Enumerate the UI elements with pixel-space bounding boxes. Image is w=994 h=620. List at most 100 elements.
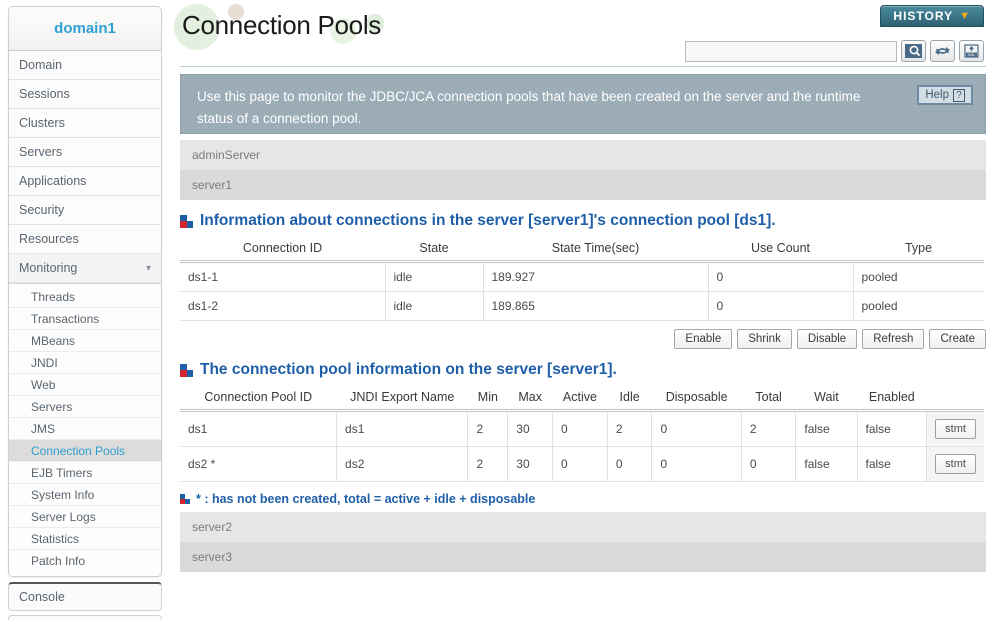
cell-connection-id: ds1-1 bbox=[180, 262, 386, 292]
sidebar-item-servers[interactable]: Servers bbox=[9, 138, 161, 167]
sidebar-item-resources[interactable]: Resources bbox=[9, 225, 161, 254]
connections-table-body: ds1-1 idle 189.927 0 pooled ds1-2 idle 1… bbox=[180, 262, 984, 321]
cell-wait: false bbox=[795, 446, 858, 482]
pools-header-row: Connection Pool ID JNDI Export Name Min … bbox=[180, 385, 984, 410]
sidebar-submenu-monitoring: Threads Transactions MBeans JNDI Web Ser… bbox=[9, 283, 161, 576]
cell-total: 0 bbox=[741, 446, 797, 482]
sidebar-subitem-system-info[interactable]: System Info bbox=[9, 484, 161, 506]
pools-table-body: ds1 ds1 2 30 0 2 0 2 false false stmt ds… bbox=[180, 411, 984, 482]
server-row-label: adminServer bbox=[192, 148, 261, 162]
sidebar-subitem-patch-info[interactable]: Patch Info bbox=[9, 550, 161, 572]
disable-button[interactable]: Disable bbox=[796, 329, 858, 349]
cell-jndi-name: ds2 bbox=[336, 446, 469, 482]
sidebar-subitem-label: System Info bbox=[31, 488, 95, 502]
pools-table-head: Connection Pool ID JNDI Export Name Min … bbox=[180, 385, 984, 412]
cell-jndi-name: ds1 bbox=[336, 411, 469, 447]
col-max: Max bbox=[507, 385, 553, 410]
sidebar-item-label: Monitoring bbox=[19, 261, 78, 275]
cell-pool-id: ds2 * bbox=[180, 446, 338, 482]
help-button[interactable]: Help ? bbox=[917, 85, 973, 105]
sidebar-item-console[interactable]: Console bbox=[9, 584, 161, 610]
pools-heading-text: The connection pool information on the s… bbox=[200, 361, 617, 378]
chevron-down-icon: ▾ bbox=[145, 263, 151, 274]
page-header: Connection Pools HISTORY ▼ XML bbox=[170, 0, 994, 68]
sidebar-subitem-connection-pools[interactable]: Connection Pools bbox=[9, 440, 161, 462]
server-row-server1[interactable]: server1 bbox=[180, 170, 986, 200]
sidebar-item-security[interactable]: Security bbox=[9, 196, 161, 225]
sidebar-subitem-label: Servers bbox=[31, 400, 73, 414]
enable-button[interactable]: Enable bbox=[674, 329, 733, 349]
cell-stmt-action: stmt bbox=[926, 411, 984, 447]
sidebar-item-label: Sessions bbox=[19, 87, 70, 101]
cell-type: pooled bbox=[853, 262, 984, 292]
sidebar-subitem-mbeans[interactable]: MBeans bbox=[9, 330, 161, 352]
sidebar-subitem-label: JNDI bbox=[31, 356, 58, 370]
cell-min: 2 bbox=[467, 411, 509, 447]
search-icon[interactable] bbox=[901, 40, 926, 62]
col-idle: Idle bbox=[607, 385, 652, 410]
create-button[interactable]: Create bbox=[929, 329, 986, 349]
sidebar-subitem-transactions[interactable]: Transactions bbox=[9, 308, 161, 330]
cell-disposable: 0 bbox=[651, 411, 742, 447]
cell-max: 30 bbox=[507, 411, 554, 447]
section-bullet-icon bbox=[180, 214, 193, 228]
shrink-button[interactable]: Shrink bbox=[737, 329, 792, 349]
sidebar-subitem-ejb-timers[interactable]: EJB Timers bbox=[9, 462, 161, 484]
sidebar-item-label: Applications bbox=[19, 174, 87, 188]
domain-title: domain1 bbox=[9, 7, 161, 51]
search-input[interactable] bbox=[685, 40, 897, 62]
help-label: Help bbox=[925, 89, 949, 101]
sidebar-subitem-jms[interactable]: JMS bbox=[9, 418, 161, 440]
cell-stmt-action: stmt bbox=[926, 446, 984, 482]
cell-disposable: 0 bbox=[651, 446, 742, 482]
server-row-server2[interactable]: server2 bbox=[180, 512, 986, 542]
sidebar-subitem-jndi[interactable]: JNDI bbox=[9, 352, 161, 374]
sidebar-subitem-label: EJB Timers bbox=[31, 466, 93, 480]
col-wait: Wait bbox=[795, 385, 857, 410]
xml-export-icon[interactable]: XML bbox=[959, 40, 984, 62]
table-row: ds1-2 idle 189.865 0 pooled bbox=[180, 291, 984, 321]
sidebar-subitem-statistics[interactable]: Statistics bbox=[9, 528, 161, 550]
cell-enabled: false bbox=[857, 446, 928, 482]
footnote-bullet-icon bbox=[180, 494, 190, 504]
cell-type: pooled bbox=[853, 291, 984, 321]
sidebar-item-clusters[interactable]: Clusters bbox=[9, 109, 161, 138]
cell-state-time: 189.927 bbox=[483, 262, 709, 292]
server-row-server3[interactable]: server3 bbox=[180, 542, 986, 572]
server-row-label: server3 bbox=[192, 550, 233, 564]
connections-heading-text: Information about connections in the ser… bbox=[200, 212, 776, 229]
cell-use-count: 0 bbox=[708, 291, 854, 321]
sidebar-subitem-label: JMS bbox=[31, 422, 55, 436]
sidebar-subitem-threads[interactable]: Threads bbox=[9, 286, 161, 308]
sidebar-item-label: Clusters bbox=[19, 116, 65, 130]
stmt-button[interactable]: stmt bbox=[935, 454, 976, 474]
search-toolbar: XML bbox=[685, 40, 984, 62]
sidebar-subitem-label: Server Logs bbox=[31, 510, 96, 524]
col-pool-id: Connection Pool ID bbox=[180, 385, 337, 410]
sidebar-item-label: Domain bbox=[19, 58, 63, 72]
sidebar-item-sessions[interactable]: Sessions bbox=[9, 80, 161, 109]
sidebar-item-label: Resources bbox=[19, 232, 79, 246]
sidebar-item-applications[interactable]: Applications bbox=[9, 167, 161, 196]
refresh-icon[interactable] bbox=[930, 40, 955, 62]
col-min: Min bbox=[467, 385, 508, 410]
header-divider bbox=[180, 66, 986, 67]
refresh-button[interactable]: Refresh bbox=[862, 329, 925, 349]
sidebar-subitem-web[interactable]: Web bbox=[9, 374, 161, 396]
cell-enabled: false bbox=[857, 411, 928, 447]
sidebar-subitem-label: Statistics bbox=[31, 532, 80, 546]
sidebar-subitem-servers[interactable]: Servers bbox=[9, 396, 161, 418]
stmt-button[interactable]: stmt bbox=[935, 419, 976, 439]
cell-state: idle bbox=[385, 262, 484, 292]
sidebar-item-domain[interactable]: Domain bbox=[9, 51, 161, 80]
sidebar-item-label: Security bbox=[19, 203, 65, 217]
server-row-adminserver[interactable]: adminServer bbox=[180, 140, 986, 170]
sidebar-item-monitoring[interactable]: Monitoring ▾ bbox=[9, 254, 161, 283]
cell-min: 2 bbox=[467, 446, 509, 482]
history-button[interactable]: HISTORY ▼ bbox=[880, 5, 984, 27]
footnote-text: * : has not been created, total = active… bbox=[196, 492, 536, 506]
sidebar-subitem-label: Connection Pools bbox=[31, 444, 126, 458]
sidebar-subitem-server-logs[interactable]: Server Logs bbox=[9, 506, 161, 528]
cell-idle: 0 bbox=[607, 446, 653, 482]
chevron-down-icon: ▼ bbox=[959, 10, 971, 22]
